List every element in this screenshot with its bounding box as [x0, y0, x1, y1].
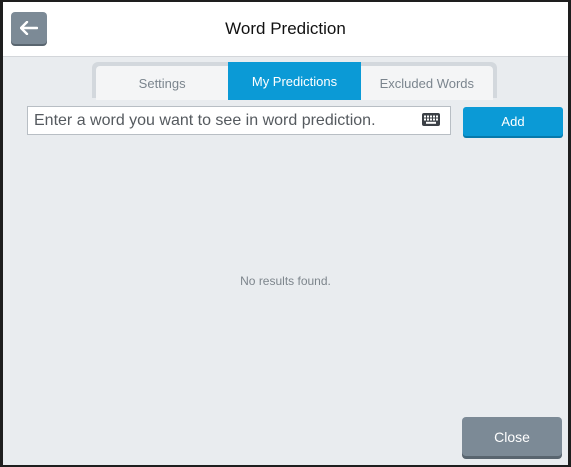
empty-results-message: No results found.	[240, 274, 331, 288]
word-input[interactable]	[27, 106, 451, 135]
word-prediction-window: Word Prediction Settings My Predictions …	[0, 0, 571, 467]
keyboard-icon[interactable]	[422, 113, 440, 126]
tab-my-predictions[interactable]: My Predictions	[228, 62, 361, 100]
title-bar: Word Prediction	[3, 2, 568, 57]
add-button[interactable]: Add	[463, 107, 563, 136]
tab-excluded-words[interactable]: Excluded Words	[360, 66, 493, 100]
close-button[interactable]: Close	[462, 417, 562, 456]
page-title: Word Prediction	[225, 19, 346, 38]
tab-settings[interactable]: Settings	[96, 66, 229, 100]
tab-bar: Settings My Predictions Excluded Words	[92, 62, 497, 100]
